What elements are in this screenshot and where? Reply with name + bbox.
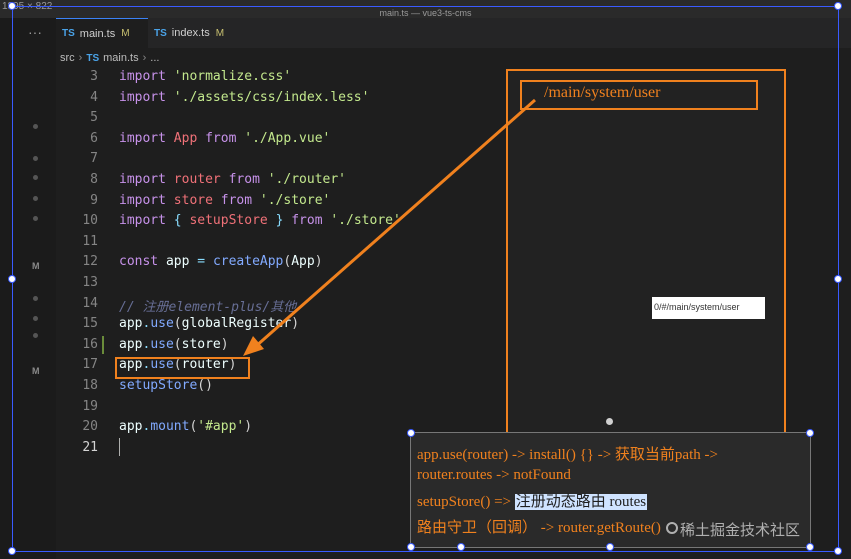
arrow-shaft <box>254 98 536 349</box>
note-highlight: 注册动态路由 routes <box>514 494 648 510</box>
arrow-head <box>243 336 264 356</box>
resize-handle[interactable] <box>606 543 614 551</box>
note-line-1: app.use(router) -> install() {} -> 获取当前p… <box>417 447 718 463</box>
note-line-3: setupStore() => 注册动态路由 routes <box>417 490 648 511</box>
resize-handle[interactable] <box>806 543 814 551</box>
resize-handle[interactable] <box>407 543 415 551</box>
note-line-3-prefix: setupStore() => <box>417 494 515 510</box>
resize-handle[interactable] <box>457 543 465 551</box>
resize-handle[interactable] <box>407 429 415 437</box>
note-line-2: router.routes -> notFound <box>417 467 571 483</box>
watermark: 稀土掘金技术社区 <box>680 522 801 539</box>
resize-handle[interactable] <box>806 429 814 437</box>
note-line-4: 路由守卫（回调） -> router.getRoute() <box>417 520 661 536</box>
watermark-logo-icon <box>666 522 678 534</box>
